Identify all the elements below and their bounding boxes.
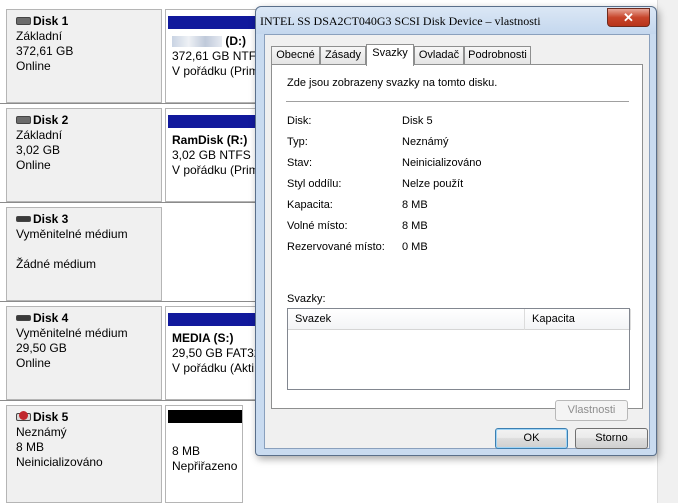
partition-unallocated[interactable]: 8 MB Nepřiřazeno — [165, 405, 243, 503]
removable-disk-icon — [16, 215, 31, 222]
partition-d[interactable]: (D:) 372,61 GB NTFS V pořádku (Prim — [165, 9, 264, 103]
partition-size: 29,50 GB FAT32 — [172, 346, 261, 360]
disk-name: Disk 5 — [16, 410, 161, 425]
partition-status: V pořádku (Akti — [172, 361, 255, 375]
prop-value-partition-style: Nelze použít — [402, 178, 464, 190]
dialog-client: Obecné Zásady Svazky Ovladač Podrobnosti… — [264, 34, 650, 449]
uninitialized-disk-icon — [16, 410, 31, 421]
prop-label-capacity: Kapacita: — [287, 199, 333, 211]
column-header-capacity[interactable]: Kapacita — [525, 309, 631, 330]
disk-status: Neinicializováno — [16, 455, 103, 469]
tab-podrobnosti[interactable]: Podrobnosti — [464, 46, 531, 65]
partition-bar — [168, 16, 256, 29]
prop-label-reserved-space: Rezervované místo: — [287, 241, 385, 253]
separator — [286, 101, 629, 102]
partition-status: V pořádku (Prim — [172, 163, 259, 177]
hard-disk-icon — [16, 115, 31, 124]
cancel-button[interactable]: Storno — [575, 428, 648, 449]
ok-button[interactable]: OK — [495, 428, 568, 449]
tab-svazky[interactable]: Svazky — [366, 44, 414, 66]
prop-label-free-space: Volné místo: — [287, 220, 348, 232]
disk-type: Základní — [16, 128, 63, 142]
disk-status: Žádné médium — [16, 257, 97, 271]
disk-type: Vyměnitelné médium — [16, 326, 128, 340]
close-icon: ✕ — [623, 10, 634, 25]
hard-disk-icon — [16, 16, 31, 25]
partition-bar — [168, 115, 256, 128]
partition-name: (D:) — [172, 34, 264, 49]
disk-name: Disk 1 — [16, 14, 161, 29]
disk-type: Vyměnitelné médium — [16, 227, 128, 241]
disk-status: Online — [16, 59, 51, 73]
volumes-caption: Svazky: — [287, 293, 326, 305]
volume-properties-button[interactable]: Vlastnosti — [555, 400, 628, 421]
disk-label-4[interactable]: Disk 4 Vyměnitelné médium 29,50 GB Onlin… — [6, 306, 162, 400]
disk-type: Neznámý — [16, 425, 67, 439]
vertical-scrollbar[interactable] — [657, 0, 678, 503]
disk-label-5[interactable]: Disk 5 Neznámý 8 MB Neinicializováno — [6, 405, 162, 503]
disk-size: 8 MB — [16, 440, 45, 454]
blurred-label — [172, 36, 222, 48]
prop-label-status: Stav: — [287, 157, 313, 169]
volumes-list-header: Svazek Kapacita — [288, 309, 631, 330]
volumes-list[interactable]: Svazek Kapacita — [287, 308, 631, 390]
partition-bar — [168, 313, 256, 326]
disk-size: 372,61 GB — [16, 44, 74, 58]
volumes-tab-panel: Zde jsou zobrazeny svazky na tomto disku… — [271, 64, 643, 421]
removable-disk-icon — [16, 314, 31, 321]
prop-label-partition-style: Styl oddílu: — [287, 178, 342, 190]
disk-size: 3,02 GB — [16, 143, 61, 157]
disk-label-2[interactable]: Disk 2 Základní 3,02 GB Online — [6, 108, 162, 202]
dialog-titlebar[interactable]: INTEL SS DSA2CT040G3 SCSI Disk Device – … — [256, 7, 656, 34]
partition-name: MEDIA (S:) — [172, 331, 234, 345]
prop-label-type: Typ: — [287, 136, 308, 148]
column-header-volume[interactable]: Svazek — [288, 309, 525, 330]
disk-status: Online — [16, 158, 51, 172]
tab-zasady[interactable]: Zásady — [320, 46, 366, 65]
prop-value-status: Neinicializováno — [402, 157, 482, 169]
disk-type: Základní — [16, 29, 63, 43]
prop-value-free-space: 8 MB — [402, 220, 428, 232]
disk-name: Disk 4 — [16, 311, 161, 326]
partition-status: Nepřiřazeno — [172, 459, 238, 473]
partition-size: 372,61 GB NTFS — [172, 49, 265, 63]
intro-text: Zde jsou zobrazeny svazky na tomto disku… — [287, 77, 498, 89]
prop-label-disk: Disk: — [287, 115, 312, 127]
partition-r[interactable]: RamDisk (R:) 3,02 GB NTFS V pořádku (Pri… — [165, 108, 259, 202]
partition-s[interactable]: MEDIA (S:) 29,50 GB FAT32 V pořádku (Akt… — [165, 306, 261, 400]
prop-value-disk: Disk 5 — [402, 115, 433, 127]
tab-obecne[interactable]: Obecné — [271, 46, 320, 65]
partition-status: V pořádku (Prim — [172, 64, 259, 78]
close-button[interactable]: ✕ — [607, 8, 650, 27]
partition-name: RamDisk (R:) — [172, 133, 248, 147]
disk-name: Disk 3 — [16, 212, 161, 227]
disk-label-1[interactable]: Disk 1 Základní 372,61 GB Online — [6, 9, 162, 103]
prop-value-type: Neznámý — [402, 136, 449, 148]
disk-label-3[interactable]: Disk 3 Vyměnitelné médium Žádné médium — [6, 207, 162, 301]
tab-ovladac[interactable]: Ovladač — [414, 46, 464, 65]
disk-name: Disk 2 — [16, 113, 161, 128]
unallocated-bar — [168, 410, 242, 423]
prop-value-reserved-space: 0 MB — [402, 241, 428, 253]
dialog-title: INTEL SS DSA2CT040G3 SCSI Disk Device – … — [260, 14, 541, 28]
prop-value-capacity: 8 MB — [402, 199, 428, 211]
partition-size: 8 MB — [172, 444, 201, 458]
disk-status: Online — [16, 356, 51, 370]
properties-dialog: INTEL SS DSA2CT040G3 SCSI Disk Device – … — [255, 6, 657, 456]
disk-size: 29,50 GB — [16, 341, 67, 355]
partition-size: 3,02 GB NTFS — [172, 148, 251, 162]
